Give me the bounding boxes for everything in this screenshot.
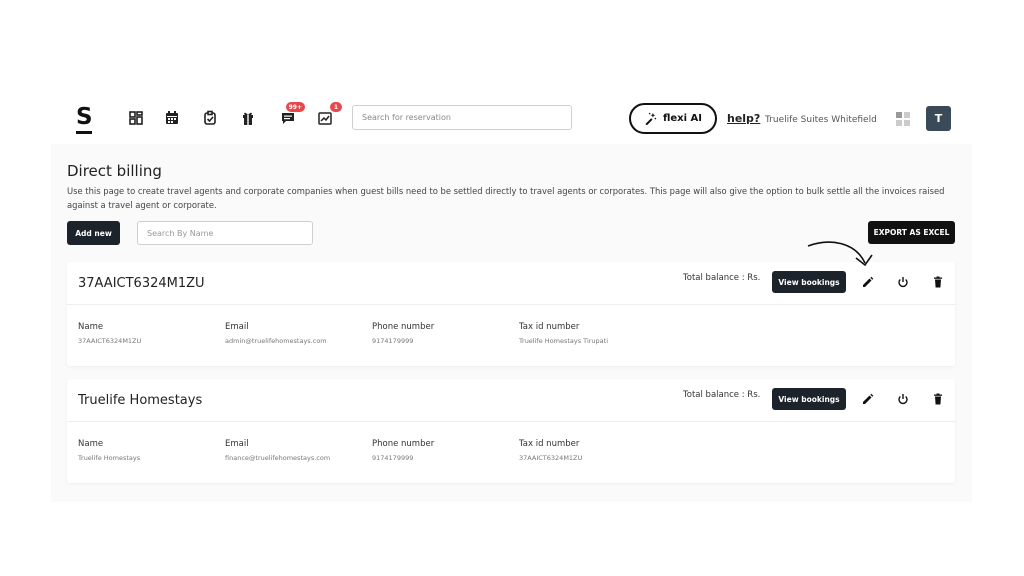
dashboard-icon[interactable] xyxy=(127,109,145,127)
billing-card: Truelife Homestays Total balance : Rs. V… xyxy=(67,379,955,483)
chat-badge: 99+ xyxy=(284,101,306,113)
card-title: 37AAICT6324M1ZU xyxy=(78,276,205,291)
card-title: Truelife Homestays xyxy=(78,393,203,408)
power-icon[interactable] xyxy=(897,276,909,288)
clipboard-check-icon[interactable] xyxy=(201,109,219,127)
page-description: Use this page to create travel agents an… xyxy=(67,186,945,210)
phone-label: Phone number xyxy=(372,439,435,449)
app-frame: S 99+ 1 flexi AI help? Truelife Suites W… xyxy=(51,92,972,502)
email-label: Email xyxy=(225,322,249,332)
card-header: Truelife Homestays Total balance : Rs. V… xyxy=(67,379,955,422)
email-value: finance@truelifehomestays.com xyxy=(225,454,331,462)
add-new-button[interactable]: Add new xyxy=(67,221,120,245)
calendar-icon[interactable] xyxy=(163,109,181,127)
annotation-arrow xyxy=(807,241,873,267)
email-field: Email admin@truelifehomestays.com xyxy=(225,322,327,345)
total-balance: Total balance : Rs. xyxy=(683,390,761,400)
power-icon[interactable] xyxy=(897,393,909,405)
edit-icon[interactable] xyxy=(862,393,874,405)
hotel-name[interactable]: Truelife Suites Whitefield xyxy=(765,115,877,125)
delete-icon[interactable] xyxy=(932,276,944,288)
chat-icon[interactable]: 99+ xyxy=(279,101,306,127)
name-search-input[interactable] xyxy=(137,221,313,245)
brand-logo[interactable]: S xyxy=(76,106,93,134)
gift-icon[interactable] xyxy=(239,109,257,127)
name-label: Name xyxy=(78,322,104,332)
tax-label: Tax id number xyxy=(519,322,580,332)
tax-label: Tax id number xyxy=(519,439,580,449)
flexi-ai-button[interactable]: flexi AI xyxy=(629,103,717,134)
tax-value: Truelife Homestays Tirupati xyxy=(519,337,609,345)
tax-field: Tax id number Truelife Homestays Tirupat… xyxy=(519,322,608,345)
delete-icon[interactable] xyxy=(932,393,944,405)
tax-field: Tax id number 37AAICT6324M1ZU xyxy=(519,439,582,462)
name-label: Name xyxy=(78,439,104,449)
name-value: 37AAICT6324M1ZU xyxy=(78,337,142,345)
reviews-icon[interactable]: 1 xyxy=(316,101,343,127)
flexi-ai-label: flexi AI xyxy=(662,113,702,124)
page-title: Direct billing xyxy=(67,162,162,180)
phone-label: Phone number xyxy=(372,322,435,332)
email-label: Email xyxy=(225,439,249,449)
user-avatar[interactable]: T xyxy=(926,106,951,131)
email-field: Email finance@truelifehomestays.com xyxy=(225,439,330,462)
help-link[interactable]: help? xyxy=(727,112,760,125)
name-value: Truelife Homestays xyxy=(78,454,141,462)
total-balance: Total balance : Rs. xyxy=(683,273,761,283)
reservation-search-input[interactable] xyxy=(352,105,572,130)
tax-value: 37AAICT6324M1ZU xyxy=(519,454,583,462)
phone-field: Phone number 9174179999 xyxy=(372,322,434,345)
magic-wand-icon xyxy=(645,112,657,125)
phone-value: 9174179999 xyxy=(372,454,414,462)
view-bookings-button[interactable]: View bookings xyxy=(772,388,846,410)
name-field: Name 37AAICT6324M1ZU xyxy=(78,322,141,345)
apps-grid-icon[interactable] xyxy=(896,112,910,126)
reviews-badge: 1 xyxy=(329,101,343,113)
email-value: admin@truelifehomestays.com xyxy=(225,337,327,345)
phone-field: Phone number 9174179999 xyxy=(372,439,434,462)
phone-value: 9174179999 xyxy=(372,337,414,345)
name-field: Name Truelife Homestays xyxy=(78,439,140,462)
top-navbar: S 99+ 1 flexi AI help? Truelife Suites W… xyxy=(51,92,972,144)
